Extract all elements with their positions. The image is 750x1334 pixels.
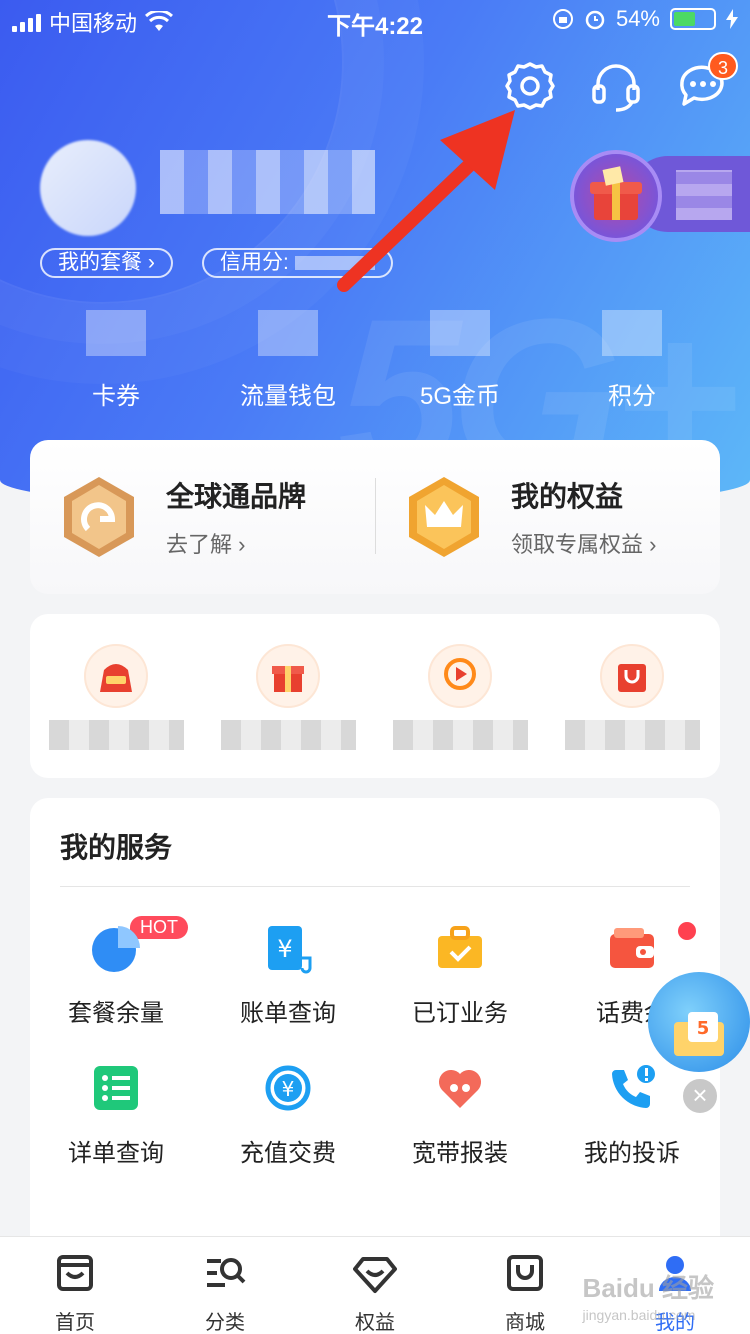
my-benefits-entry[interactable]: 我的权益 领取专属权益 ›: [375, 440, 720, 594]
tab-home[interactable]: 首页: [0, 1237, 150, 1334]
promo-item[interactable]: [374, 644, 546, 778]
service-detailed-records[interactable]: 详单查询: [30, 1056, 202, 1196]
global-brand-icon: [64, 477, 134, 557]
service-label: 已订业务: [412, 1000, 508, 1027]
benefits-title: 我的权益: [511, 481, 624, 512]
svg-text:5: 5: [697, 1018, 710, 1039]
heart-people-icon: [438, 1069, 482, 1108]
section-title: 我的服务: [60, 832, 173, 863]
annotation-arrow: [337, 110, 515, 292]
stat-5g-coins[interactable]: 5G金币: [374, 310, 546, 411]
benefits-subtitle: 领取专属权益 ›: [511, 532, 657, 557]
pie-chart-icon: [92, 926, 140, 972]
shopping-bag-icon: [600, 644, 664, 708]
stat-value-blurred: [430, 310, 490, 356]
stat-points[interactable]: 积分: [546, 310, 718, 411]
service-bill-query[interactable]: ¥ 账单查询: [202, 916, 374, 1056]
5gb-bag-icon: [84, 644, 148, 708]
brand-subtitle: 去了解 ›: [166, 532, 246, 557]
stat-value-blurred: [86, 310, 146, 356]
stat-value-blurred: [602, 310, 662, 356]
promo-item[interactable]: [546, 644, 718, 778]
alarm-icon: [585, 10, 605, 30]
tab-mall[interactable]: 商城: [450, 1237, 600, 1334]
diamond-icon: [353, 1257, 397, 1293]
tab-benefits[interactable]: 权益: [300, 1237, 450, 1334]
gift-icon: [256, 644, 320, 708]
avatar[interactable]: [40, 140, 136, 236]
tab-label: 首页: [55, 1312, 95, 1334]
stat-label: 卡券: [92, 383, 140, 410]
global-brand-entry[interactable]: 全球通品牌 去了解 ›: [30, 440, 375, 594]
watermark: Baidu 经验 jingyan.baidu.com: [583, 1268, 714, 1323]
stat-label: 5G金币: [419, 383, 500, 410]
gift-box-icon: [570, 150, 662, 242]
promo-text-blurred: [48, 720, 184, 750]
svg-text:¥: ¥: [277, 935, 292, 963]
stat-value-blurred: [258, 310, 318, 356]
service-label: 充值交费: [240, 1140, 336, 1167]
service-recharge[interactable]: ¥ 充值交费: [202, 1056, 374, 1196]
floating-promo-button[interactable]: 5: [648, 972, 750, 1072]
service-label: 详单查询: [68, 1140, 164, 1167]
divider: [60, 886, 690, 887]
service-broadband[interactable]: 宽带报装: [374, 1056, 546, 1196]
promo-item[interactable]: [202, 644, 374, 778]
stat-label: 积分: [608, 383, 656, 410]
video-play-icon: [428, 644, 492, 708]
promo-text-blurred: [392, 720, 528, 750]
promo-text-blurred: [220, 720, 356, 750]
tab-label: 权益: [355, 1312, 395, 1334]
notification-dot: [678, 922, 696, 940]
tab-category[interactable]: 分类: [150, 1237, 300, 1334]
tab-label: 商城: [505, 1312, 545, 1334]
brand-title: 全球通品牌: [166, 481, 307, 512]
service-label: 我的投诉: [584, 1140, 680, 1167]
recharge-icon: ¥: [265, 1065, 311, 1111]
promo-item[interactable]: [30, 644, 202, 778]
stat-coupons[interactable]: 卡券: [30, 310, 202, 411]
charging-icon: [726, 9, 738, 29]
crown-icon: [409, 477, 479, 557]
service-label: 宽带报装: [412, 1140, 508, 1167]
stat-label: 流量钱包: [240, 383, 336, 410]
promo-text-blurred: [564, 720, 700, 750]
floating-promo-icon: 5: [674, 1012, 724, 1056]
battery-percent: 54%: [615, 6, 660, 31]
customer-service-icon[interactable]: [588, 58, 644, 114]
message-count-badge: 3: [708, 52, 738, 80]
list-icon: [94, 1066, 138, 1110]
watermark-url: jingyan.baidu.com: [582, 1307, 696, 1323]
close-icon[interactable]: ×: [680, 1076, 720, 1116]
brand-card: 全球通品牌 去了解 › 我的权益 领取专属权益 ›: [30, 440, 720, 594]
rotation-lock-icon: [552, 9, 573, 29]
credit-score-label: 信用分:: [220, 251, 289, 274]
category-search-icon: [207, 1258, 246, 1287]
home-icon: [57, 1255, 93, 1291]
wallet-icon: [610, 928, 654, 968]
gift-activity-text-blurred: [676, 170, 732, 220]
shopping-bag-icon: [507, 1255, 543, 1291]
service-subscribed[interactable]: 已订业务: [374, 916, 546, 1056]
status-bar: 中国移动 下午4:22 54%: [0, 0, 750, 40]
service-label: 账单查询: [240, 1000, 336, 1027]
stat-data-wallet[interactable]: 流量钱包: [202, 310, 374, 411]
my-services-card: 我的服务 HOT 套餐余量 ¥ 账单查询 已订业务 话费余 详单查询 ¥ 充值交…: [30, 798, 720, 1258]
battery-icon: [670, 8, 716, 30]
gift-activity-button[interactable]: [570, 150, 750, 242]
promo-card: [30, 614, 720, 778]
bill-icon: ¥: [268, 926, 312, 974]
tab-label: 分类: [205, 1312, 245, 1334]
messages-button[interactable]: 3: [674, 52, 738, 114]
watermark-brand: Baidu 经验: [582, 1273, 714, 1303]
svg-text:¥: ¥: [282, 1077, 295, 1101]
my-plan-link[interactable]: 我的套餐 ›: [40, 248, 173, 278]
service-label: 套餐余量: [68, 1000, 164, 1027]
service-plan-balance[interactable]: HOT 套餐余量: [30, 916, 202, 1056]
briefcase-icon: [438, 926, 482, 968]
